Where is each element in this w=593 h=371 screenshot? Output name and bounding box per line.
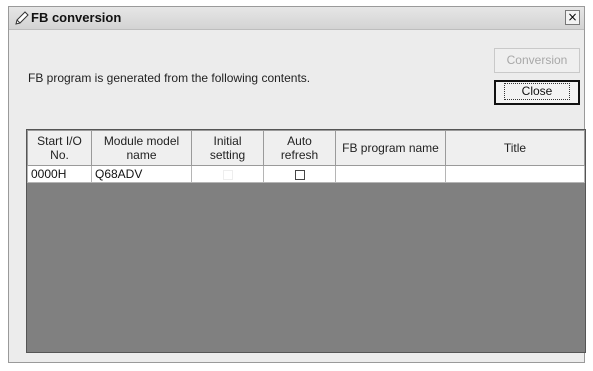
cell-auto-refresh[interactable] [263, 165, 336, 183]
header-module-model[interactable]: Module model name [91, 130, 192, 166]
header-auto-refresh[interactable]: Auto refresh [263, 130, 336, 166]
close-button-label: Close [504, 83, 570, 100]
module-table: Start I/O No. Module model name Initial … [27, 130, 585, 183]
header-title[interactable]: Title [445, 130, 585, 166]
dialog-title: FB conversion [31, 10, 122, 25]
fb-conversion-dialog: FB conversion × FB program is generated … [8, 6, 586, 363]
table-row[interactable]: 0000H Q68ADV [27, 165, 585, 183]
cell-module-model[interactable]: Q68ADV [91, 165, 192, 183]
close-window-button[interactable]: × [565, 10, 580, 25]
conversion-button[interactable]: Conversion [494, 48, 580, 73]
table-header-row: Start I/O No. Module model name Initial … [27, 130, 585, 166]
pencil-icon [15, 11, 29, 25]
auto-refresh-checkbox[interactable] [294, 169, 305, 180]
module-grid: Start I/O No. Module model name Initial … [26, 129, 586, 353]
cell-title[interactable] [445, 165, 585, 183]
header-start-io-line1: Start I/O [37, 134, 82, 148]
cell-start-io[interactable]: 0000H [27, 165, 92, 183]
header-initial-setting[interactable]: Initial setting [191, 130, 264, 166]
header-auto-refresh-line1: Auto [287, 134, 312, 148]
header-fb-program-name[interactable]: FB program name [335, 130, 446, 166]
cell-fb-program-name[interactable] [335, 165, 446, 183]
description-text: FB program is generated from the followi… [28, 71, 311, 85]
header-module-model-line1: Module model [103, 134, 180, 148]
header-start-io-line2: No. [50, 148, 69, 162]
header-auto-refresh-line2: refresh [280, 148, 319, 162]
title-bar: FB conversion × [9, 7, 584, 30]
header-initial-setting-line1: Initial [213, 134, 242, 148]
cell-initial-setting[interactable] [191, 165, 264, 183]
header-initial-setting-line2: setting [209, 148, 246, 162]
header-start-io[interactable]: Start I/O No. [27, 130, 92, 166]
header-module-model-line2: name [126, 148, 157, 162]
initial-setting-checkbox[interactable] [222, 169, 233, 180]
close-button[interactable]: Close [494, 80, 580, 105]
